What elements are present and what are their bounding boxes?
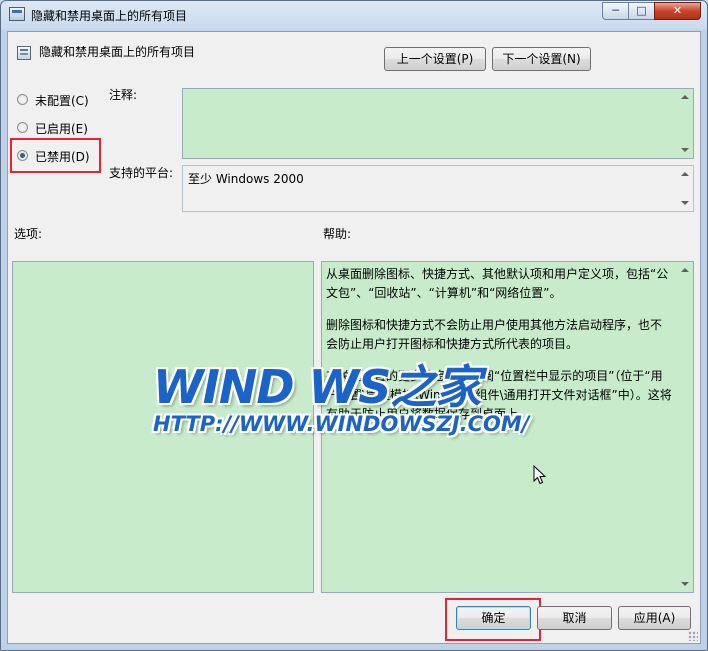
policy-setting-window: 隐藏和禁用桌面上的所有项目 ─ □ ✕ 隐藏和禁用桌面上的所有项目 上一个设置(… (0, 0, 708, 651)
close-button[interactable]: ✕ (654, 2, 701, 20)
mouse-cursor-icon (533, 465, 547, 485)
setting-icon (17, 46, 31, 60)
watermark-url: HTTP://WWW.WINDOWSZJ.COM/ (153, 412, 530, 436)
resize-grip[interactable] (688, 631, 698, 641)
comment-textarea[interactable] (182, 88, 694, 159)
comment-label: 注释: (109, 88, 138, 102)
scroll-down-icon[interactable] (681, 148, 689, 152)
disabled-highlight-box (10, 138, 101, 173)
radio-label: 未配置(C) (35, 94, 89, 108)
scroll-down-icon[interactable] (681, 582, 689, 586)
cancel-button[interactable]: 取消 (537, 606, 612, 630)
setting-name: 隐藏和禁用桌面上的所有项目 (39, 45, 196, 59)
window-title: 隐藏和禁用桌面上的所有项目 (31, 9, 188, 23)
apply-button[interactable]: 应用(A) (618, 606, 691, 630)
radio-button[interactable] (17, 94, 28, 105)
scroll-down-icon[interactable] (681, 201, 689, 205)
scroll-up-icon[interactable] (681, 172, 689, 176)
radio-button[interactable] (17, 122, 28, 133)
watermark-logo: WIND WS之家 (153, 360, 481, 414)
ok-highlight-box (445, 598, 541, 641)
next-setting-button[interactable]: 下一个设置(N) (492, 47, 591, 71)
maximize-button[interactable]: □ (628, 2, 655, 20)
platform-scrollbar[interactable] (677, 166, 693, 211)
platform-field: 至少 Windows 2000 (182, 165, 694, 212)
radio-not-configured[interactable]: 未配置(C) (17, 91, 107, 109)
help-paragraph: 删除图标和快捷方式不会防止用户使用其他方法启动程序，也不会防止用户打开图标和快捷… (326, 318, 663, 351)
options-label: 选项: (14, 227, 43, 241)
title-bar[interactable]: 隐藏和禁用桌面上的所有项目 ─ □ ✕ (1, 1, 707, 29)
platform-label: 支持的平台: (109, 166, 174, 180)
scroll-up-icon[interactable] (681, 268, 689, 272)
policy-icon (9, 7, 25, 21)
dialog-body: 隐藏和禁用桌面上的所有项目 上一个设置(P) 下一个设置(N) 未配置(C) 已… (7, 31, 701, 644)
radio-enabled[interactable]: 已启用(E) (17, 119, 107, 137)
minimize-button[interactable]: ─ (602, 2, 629, 20)
help-label: 帮助: (323, 227, 352, 241)
help-scrollbar[interactable] (677, 262, 693, 592)
help-paragraph: 从桌面删除图标、快捷方式、其他默认项和用户定义项，包括“公文包”、“回收站”、“… (326, 267, 669, 300)
scroll-up-icon[interactable] (681, 95, 689, 99)
previous-setting-button[interactable]: 上一个设置(P) (384, 47, 486, 71)
radio-label: 已启用(E) (35, 122, 88, 136)
platform-value: 至少 Windows 2000 (188, 172, 304, 186)
comment-scrollbar[interactable] (677, 89, 693, 158)
